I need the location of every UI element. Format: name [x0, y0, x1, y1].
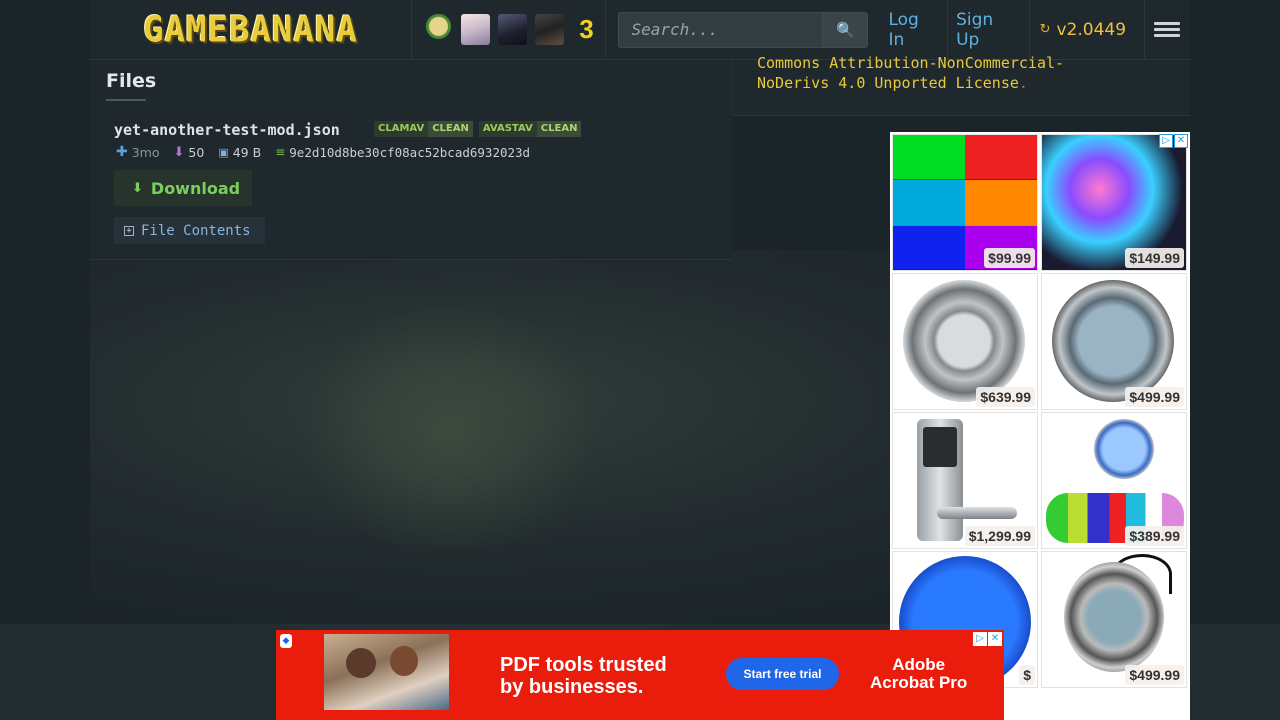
banner-advertisement[interactable]: ◆ PDF tools trusted by businesses. Start…: [276, 630, 1004, 720]
expand-icon: +: [124, 225, 134, 236]
file-downloads: ⬇ 50: [173, 144, 205, 160]
banner-headline-2: by businesses.: [500, 676, 644, 698]
ad-info-icon[interactable]: ▷: [973, 632, 987, 646]
ad-product[interactable]: $499.99: [1041, 551, 1187, 688]
ad-product[interactable]: $499.99: [1041, 273, 1187, 410]
version-label: v2.0449: [1056, 19, 1127, 40]
ad-shield-icon[interactable]: ◆: [280, 634, 292, 648]
ad-price: $499.99: [1125, 665, 1184, 685]
file-name: yet-another-test-mod.json: [114, 121, 340, 139]
hamburger-icon: [1154, 19, 1181, 40]
file-contents-label: File Contents: [141, 222, 251, 239]
user-avatar[interactable]: [497, 14, 527, 45]
ad-price: $149.99: [1125, 248, 1184, 268]
ad-close-icon[interactable]: ✕: [988, 632, 1002, 646]
page: GAMEBANANA 3 🔍 Log In Sign Up ↻ v2.0449 F…: [90, 0, 1190, 720]
license-panel: Commons Attribution-NonCommercial- NoDer…: [732, 54, 1190, 116]
ad-price: $499.99: [1125, 387, 1184, 407]
license-text: Commons Attribution-NonCommercial- NoDer…: [757, 53, 1177, 93]
ad-product[interactable]: $389.99: [1041, 412, 1187, 549]
disk-icon: ▣: [218, 145, 229, 159]
top-navigation-bar: GAMEBANANA 3 🔍 Log In Sign Up ↻ v2.0449: [90, 0, 1190, 60]
user-avatar[interactable]: 3: [571, 14, 601, 45]
download-count-icon: ⬇: [173, 144, 185, 160]
files-heading: Files: [106, 70, 157, 92]
ad-info-icon[interactable]: ▷: [1159, 134, 1173, 148]
ad-price: $: [1019, 665, 1035, 685]
files-panel: Files yet-another-test-mod.json CLAMAV CL…: [90, 60, 732, 260]
banner-headline-1: PDF tools trusted: [500, 654, 667, 676]
online-users-avatars: 3: [412, 0, 607, 60]
banner-photo: [324, 634, 449, 710]
file-contents-toggle[interactable]: + File Contents: [114, 217, 265, 244]
refresh-icon: ↻: [1039, 22, 1051, 37]
product-image: [1064, 562, 1164, 672]
signup-link[interactable]: Sign Up: [947, 0, 1029, 60]
product-image-handle: [937, 507, 1017, 519]
banner-brand-2: Acrobat Pro: [870, 673, 968, 692]
banner-ad-choices[interactable]: ▷ ✕: [973, 632, 1002, 646]
license-line-2[interactable]: NoDerivs 4.0 Unported License: [757, 74, 1019, 92]
scan-badge-clamav: CLAMAV CLEAN: [374, 121, 473, 137]
banner-headline: PDF tools trusted by businesses.: [500, 654, 667, 698]
user-avatar[interactable]: [423, 14, 453, 45]
download-label: Download: [150, 178, 241, 198]
ad-price: $99.99: [984, 248, 1035, 268]
ad-close-icon[interactable]: ✕: [1174, 134, 1188, 148]
banner-cta-button[interactable]: Start free trial: [726, 658, 839, 690]
file-age: ✚ 3mo: [116, 144, 160, 160]
ad-choices[interactable]: ▷ ✕: [1159, 134, 1188, 148]
ad-product[interactable]: $1,299.99: [892, 412, 1038, 549]
heading-underline: [106, 99, 146, 101]
banner-brand-1: Adobe: [892, 655, 946, 674]
scan-engine: AVASTAV: [478, 121, 537, 137]
hash-icon: ≡: [275, 145, 286, 159]
login-link[interactable]: Log In: [880, 0, 947, 60]
magnifier-icon: 🔍: [836, 20, 855, 39]
banner-brand: Adobe Acrobat Pro: [870, 656, 967, 692]
file-meta: ✚ 3mo ⬇ 50 ▣ 49 B ≡ 9e2d10d8be30cf08ac52bcad…: [116, 144, 544, 160]
license-line-1: Commons Attribution-NonCommercial-: [757, 54, 1065, 72]
product-image-detail: [923, 427, 957, 467]
scan-badge-avastav: AVASTAV CLEAN: [478, 121, 582, 137]
ad-price: $389.99: [1125, 526, 1184, 546]
scan-engine: CLAMAV: [374, 121, 429, 137]
user-avatar[interactable]: [460, 14, 490, 45]
product-image: [1052, 280, 1174, 402]
search-input[interactable]: [618, 11, 823, 48]
download-arrow-icon: ⬇: [132, 180, 143, 196]
logo-text: GAMEBANANA: [143, 8, 358, 51]
version-indicator[interactable]: ↻ v2.0449: [1028, 0, 1145, 60]
scan-result: CLEAN: [428, 121, 473, 137]
ad-product-grid: $99.99 $149.99 $639.99 $499.99 $1,299.99…: [892, 134, 1187, 688]
search-button[interactable]: 🔍: [822, 11, 869, 48]
scan-badges: CLAMAV CLEAN AVASTAV CLEAN: [374, 121, 582, 137]
ad-product[interactable]: $639.99: [892, 273, 1038, 410]
ad-price: $1,299.99: [964, 526, 1035, 546]
ad-price: $639.99: [976, 387, 1035, 407]
file-size: ▣ 49 B: [218, 144, 262, 160]
plus-icon: ✚: [116, 144, 128, 160]
scan-result: CLEAN: [536, 121, 582, 137]
user-avatar[interactable]: [534, 14, 564, 45]
file-hash: ≡ 9e2d10d8be30cf08ac52bcad6932023d: [275, 144, 531, 160]
ad-product[interactable]: $99.99: [892, 134, 1038, 271]
license-end: .: [1018, 74, 1028, 92]
ad-product[interactable]: $149.99: [1041, 134, 1187, 271]
product-image: [1094, 419, 1154, 479]
site-logo[interactable]: GAMEBANANA: [90, 0, 412, 60]
search-bar: 🔍: [618, 11, 869, 48]
hamburger-menu-button[interactable]: [1145, 0, 1190, 60]
product-image: [903, 280, 1025, 402]
download-button[interactable]: ⬇ Download: [114, 170, 252, 206]
